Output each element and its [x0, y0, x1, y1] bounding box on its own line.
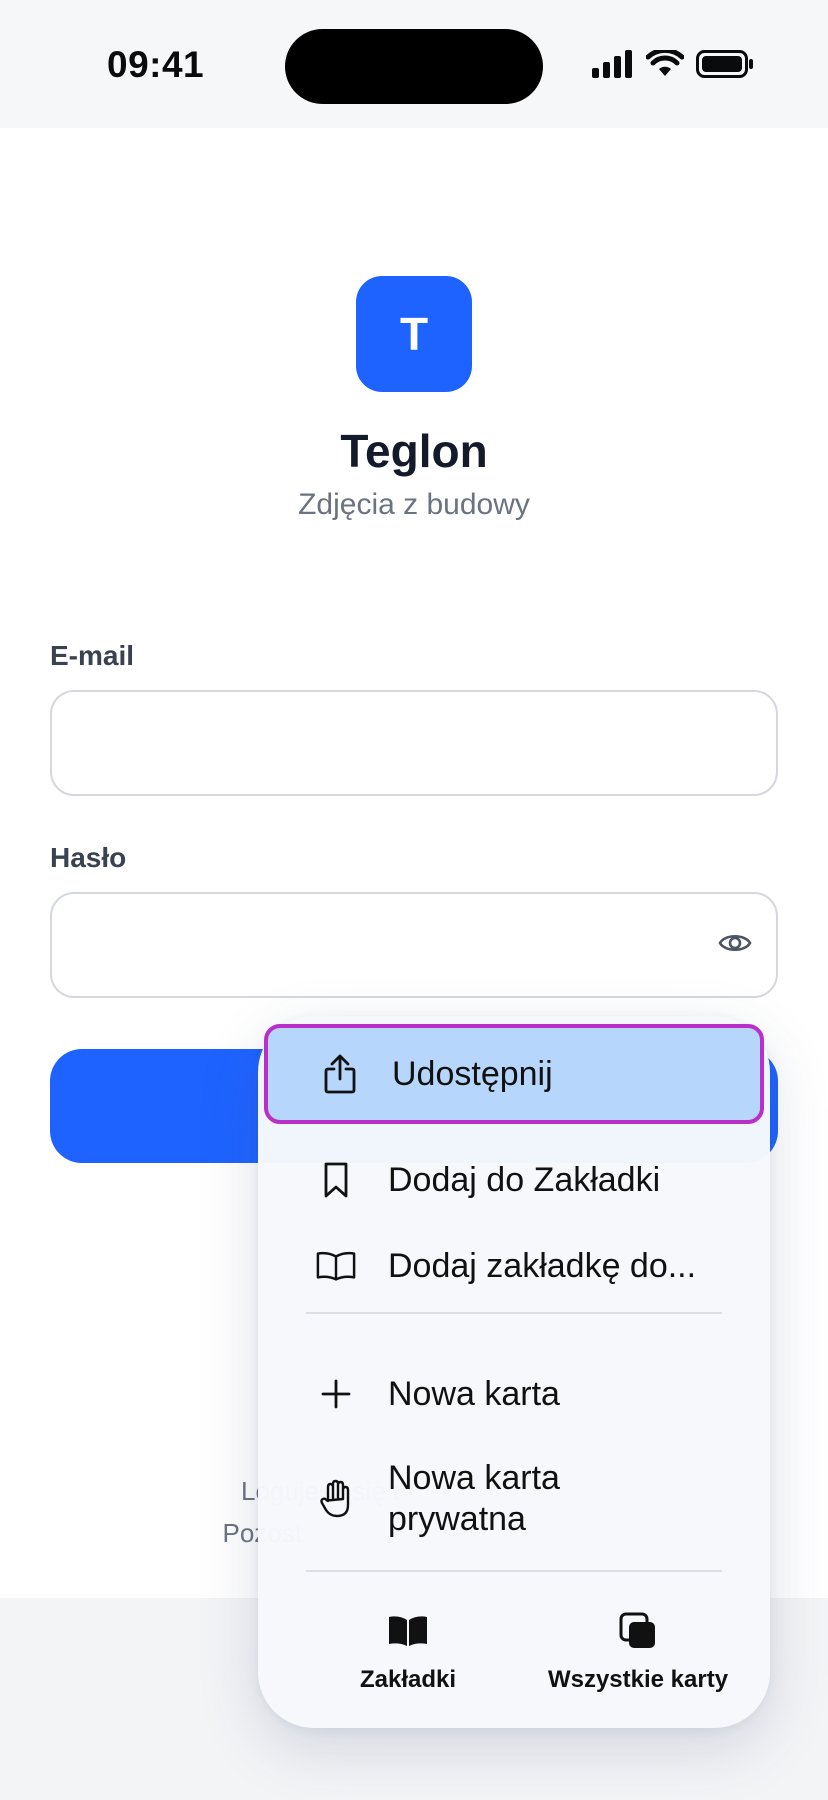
menu-divider	[306, 1312, 722, 1314]
menu-tab-all-tabs[interactable]: Wszystkie karty	[518, 1608, 758, 1708]
menu-item-label: Dodaj zakładkę do...	[388, 1246, 697, 1285]
menu-tab-bookmarks[interactable]: Zakładki	[298, 1608, 518, 1708]
bookmarks-book-icon	[387, 1608, 429, 1654]
share-icon	[320, 1054, 360, 1094]
hand-icon	[316, 1479, 356, 1519]
eye-icon[interactable]	[718, 930, 752, 956]
menu-item-label: Nowa karta prywatna	[388, 1459, 560, 1538]
app-subtitle: Zdjęcia z budowy	[298, 488, 530, 521]
menu-item-share[interactable]: Udostępnij	[264, 1024, 764, 1124]
context-menu: Udostępnij Dodaj do Zakładki Dodaj zakła…	[258, 1016, 770, 1728]
status-icons	[592, 50, 754, 78]
all-tabs-icon	[619, 1608, 657, 1654]
battery-icon	[696, 50, 753, 78]
app-logo: T	[356, 276, 472, 392]
email-field[interactable]	[50, 690, 778, 796]
book-open-icon	[316, 1246, 356, 1286]
menu-item-label: Nowa karta	[388, 1374, 560, 1413]
menu-item-new-private-tab[interactable]: Nowa karta prywatna	[258, 1444, 770, 1554]
status-time: 09:41	[107, 44, 205, 85]
wifi-icon	[646, 50, 684, 76]
menu-tab-label: Wszystkie karty	[547, 1666, 729, 1693]
bookmark-icon	[316, 1160, 356, 1200]
app-logo-letter: T	[399, 308, 429, 360]
app-name: Teglon	[340, 425, 488, 477]
status-bar: 09:41	[0, 0, 828, 128]
menu-item-label: Dodaj do Zakładki	[388, 1160, 661, 1199]
password-field[interactable]	[50, 892, 778, 998]
menu-item-label: Udostępnij	[392, 1054, 553, 1093]
email-label: E-mail	[50, 640, 135, 671]
menu-item-add-bookmark[interactable]: Dodaj do Zakładki	[258, 1140, 770, 1220]
menu-item-new-tab[interactable]: Nowa karta	[258, 1354, 770, 1434]
cellular-signal-icon	[592, 50, 632, 78]
plus-icon	[316, 1374, 356, 1414]
dynamic-island	[285, 29, 543, 104]
menu-divider	[306, 1570, 722, 1572]
menu-tab-label: Zakładki	[359, 1666, 457, 1693]
menu-item-add-bookmark-to[interactable]: Dodaj zakładkę do...	[258, 1226, 770, 1306]
password-label: Hasło	[50, 842, 127, 873]
